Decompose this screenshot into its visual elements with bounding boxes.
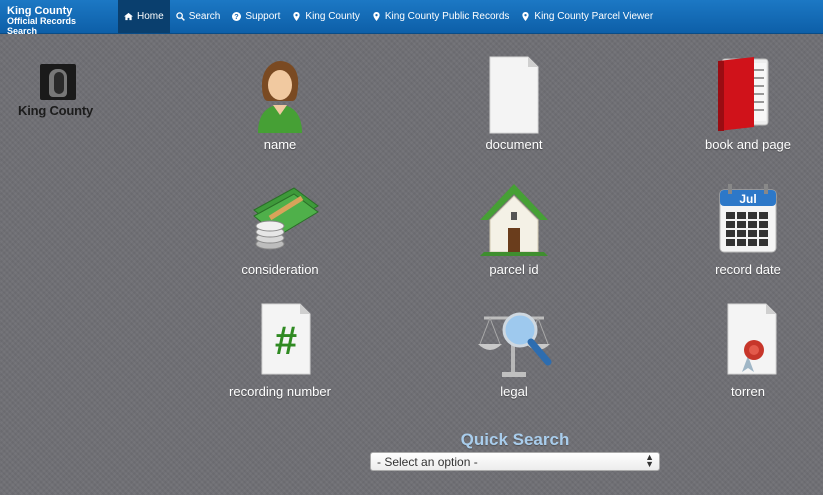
question-icon: ? bbox=[232, 12, 242, 21]
tile-consideration-label: consideration bbox=[241, 262, 319, 277]
nav-public-records-label: King County Public Records bbox=[384, 11, 510, 22]
tile-torren[interactable]: torren bbox=[693, 302, 803, 399]
tile-document-label: document bbox=[485, 137, 543, 152]
tile-record-date[interactable]: Jul record date bbox=[693, 180, 803, 277]
person-icon bbox=[258, 61, 302, 133]
nav-parcel-viewer-label: King County Parcel Viewer bbox=[534, 11, 654, 22]
brand[interactable]: King County Official Records Search bbox=[0, 0, 113, 37]
quick-search: Quick Search - Select an option - ▲ ▼ bbox=[370, 430, 660, 471]
quick-search-select[interactable]: - Select an option - ▲ ▼ bbox=[370, 452, 660, 471]
nav-home-label: Home bbox=[137, 11, 164, 22]
nav-parcel-viewer[interactable]: King County Parcel Viewer bbox=[515, 0, 659, 33]
king-county-logo-icon bbox=[40, 64, 76, 100]
king-county-logo: King County bbox=[18, 64, 98, 118]
nav-public-records[interactable]: King County Public Records bbox=[366, 0, 516, 33]
tile-legal-label: legal bbox=[500, 384, 528, 399]
hash-document-icon: # bbox=[261, 303, 311, 375]
tile-parcel-id-label: parcel id bbox=[489, 262, 539, 277]
svg-text:?: ? bbox=[235, 12, 239, 21]
nav-king-county[interactable]: King County bbox=[286, 0, 365, 33]
nav-home[interactable]: Home bbox=[118, 0, 170, 33]
tile-document[interactable]: document bbox=[459, 55, 569, 152]
tile-recording-number-label: recording number bbox=[229, 384, 331, 399]
map-marker-icon bbox=[373, 12, 380, 21]
home-icon bbox=[124, 12, 133, 21]
select-arrows-icon: ▲ ▼ bbox=[645, 452, 654, 469]
tile-legal[interactable]: legal bbox=[459, 302, 569, 399]
sealed-document-icon bbox=[727, 303, 777, 375]
brand-title: King County bbox=[7, 5, 73, 17]
tile-consideration[interactable]: consideration bbox=[225, 180, 335, 277]
calendar-month: Jul bbox=[739, 192, 756, 206]
tile-torren-label: torren bbox=[731, 384, 765, 399]
bottom-strip bbox=[0, 495, 823, 502]
map-marker-icon bbox=[293, 12, 301, 21]
tile-name[interactable]: name bbox=[225, 55, 335, 152]
tile-name-label: name bbox=[263, 137, 297, 152]
scales-magnifier-icon bbox=[478, 312, 552, 377]
top-navbar: King County Official Records Search Home… bbox=[0, 0, 823, 37]
brand-subtitle: Official Records Search bbox=[7, 16, 77, 36]
nav-support-label: Support bbox=[245, 11, 281, 22]
book-icon bbox=[718, 57, 769, 131]
nav-king-county-label: King County bbox=[305, 11, 360, 22]
search-icon bbox=[175, 12, 185, 21]
hash-symbol: # bbox=[275, 319, 297, 363]
tile-parcel-id[interactable]: parcel id bbox=[459, 180, 569, 277]
money-icon bbox=[253, 187, 319, 250]
quick-search-selected: - Select an option - bbox=[377, 455, 478, 469]
nav-search[interactable]: Search bbox=[170, 0, 227, 33]
map-marker-icon bbox=[522, 12, 530, 21]
nav-support[interactable]: ? Support bbox=[226, 0, 286, 33]
calendar-icon: Jul bbox=[719, 184, 777, 253]
tile-recording-number[interactable]: # recording number bbox=[225, 302, 335, 399]
tile-book-and-page[interactable]: book and page bbox=[693, 55, 803, 152]
tile-book-and-page-label: book and page bbox=[704, 137, 792, 152]
tile-record-date-label: record date bbox=[715, 262, 781, 277]
nav-search-label: Search bbox=[188, 11, 221, 22]
logo-text: King County bbox=[18, 103, 94, 118]
nav-menu: Home Search ? Support King County King C… bbox=[118, 0, 659, 33]
document-icon bbox=[489, 56, 539, 134]
quick-search-title: Quick Search bbox=[460, 430, 570, 449]
house-icon bbox=[480, 184, 548, 256]
